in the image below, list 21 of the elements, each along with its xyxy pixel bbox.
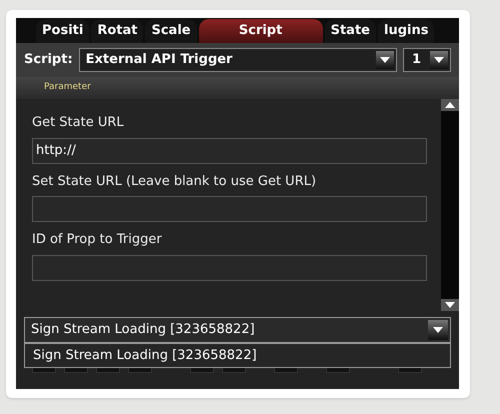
- script-label: Script:: [24, 51, 73, 70]
- input-field[interactable]: http://: [32, 138, 427, 164]
- field-label: Get State URL: [32, 114, 125, 132]
- scrollbar[interactable]: [441, 99, 459, 311]
- tab[interactable]: State: [324, 19, 376, 43]
- scroll-down-icon[interactable]: [441, 299, 459, 311]
- tab[interactable]: Rotat: [91, 19, 144, 43]
- scroll-up-icon[interactable]: [441, 99, 459, 111]
- input-field[interactable]: [32, 196, 427, 222]
- index-select[interactable]: 1: [403, 48, 451, 72]
- tab[interactable]: Positi: [36, 19, 90, 43]
- input-field[interactable]: [32, 254, 427, 280]
- field-label: ID of Prop to Trigger: [32, 231, 163, 249]
- tab[interactable]: lugins: [378, 19, 434, 43]
- section-title: Parameter: [44, 81, 91, 94]
- field-label: Set State URL (Leave blank to use Get URL): [32, 172, 318, 190]
- dropdown-option[interactable]: Sign Stream Loading [323658822]: [25, 344, 450, 367]
- tab[interactable]: Script: [198, 19, 323, 43]
- prop-select[interactable]: Sign Stream Loading [323658822]: [24, 317, 451, 343]
- tab[interactable]: Scale: [145, 19, 197, 43]
- script-select[interactable]: External API Trigger: [78, 48, 397, 72]
